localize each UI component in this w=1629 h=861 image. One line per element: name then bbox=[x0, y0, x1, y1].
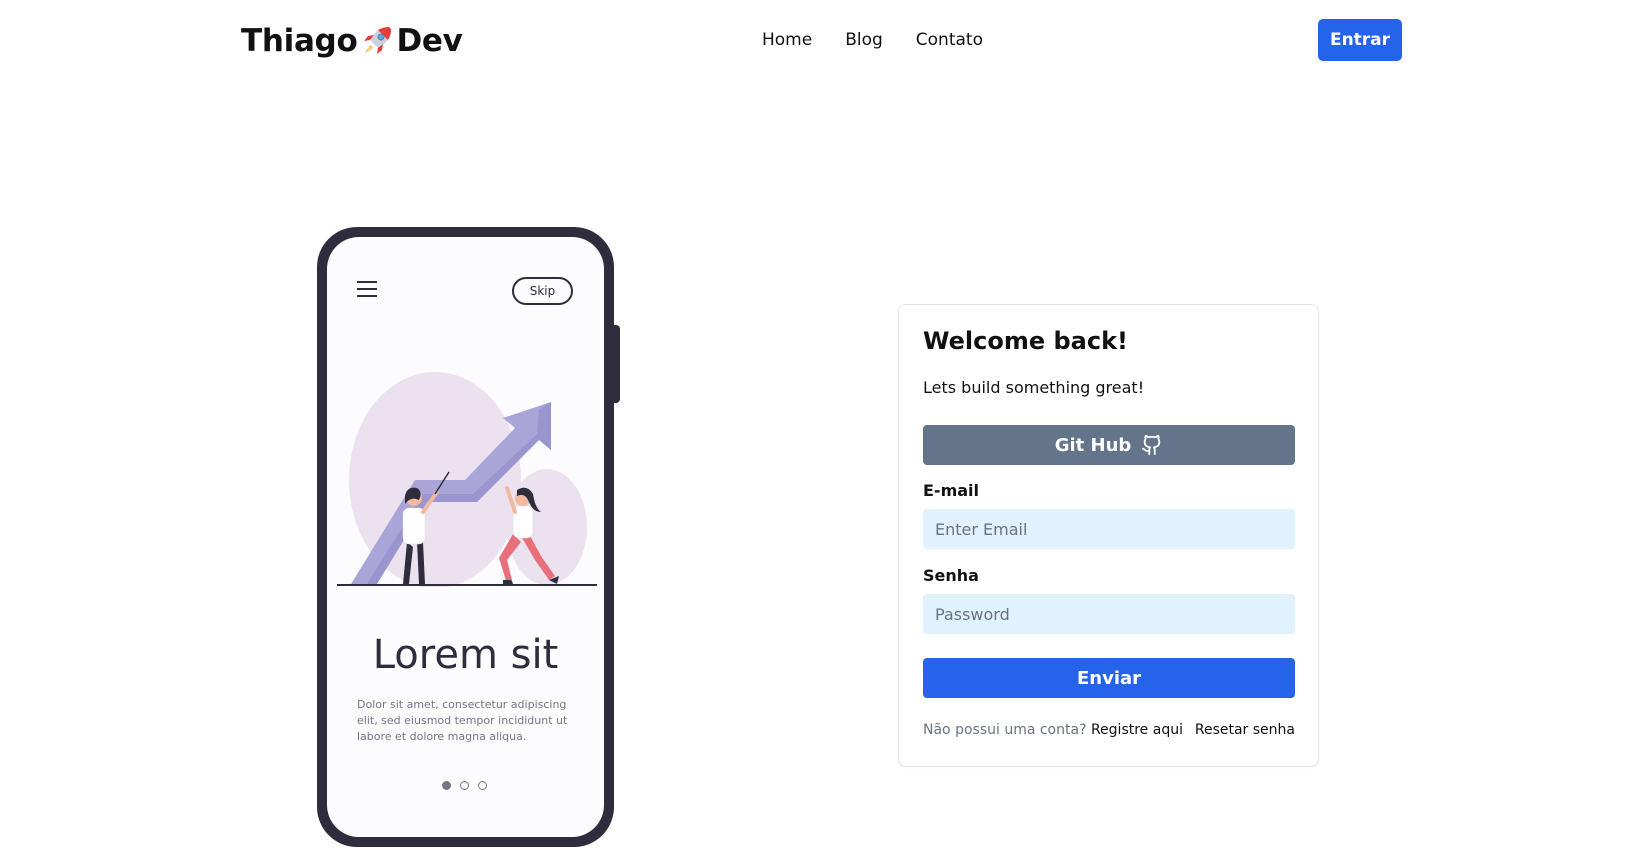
nav-home-link[interactable]: Home bbox=[762, 28, 812, 52]
register-prompt: Não possui uma conta? Registre aqui bbox=[923, 722, 1183, 738]
email-input[interactable] bbox=[923, 509, 1295, 549]
nav-contato-link[interactable]: Contato bbox=[916, 28, 983, 52]
nav-blog-link[interactable]: Blog bbox=[845, 28, 883, 52]
login-card: Welcome back! Lets build something great… bbox=[898, 304, 1319, 767]
pagination-dots bbox=[442, 781, 487, 790]
phone-heading: Lorem sit bbox=[372, 632, 559, 678]
main-nav: Home Blog Contato bbox=[762, 28, 983, 52]
no-account-text: Não possui uma conta? bbox=[923, 722, 1087, 738]
entrar-button[interactable]: Entrar bbox=[1318, 19, 1402, 61]
top-navbar: Thiago Dev Home Blog Contato Entrar bbox=[0, 0, 1629, 82]
github-icon bbox=[1142, 434, 1161, 456]
login-subtitle: Lets build something great! bbox=[923, 378, 1145, 397]
password-input[interactable] bbox=[923, 594, 1295, 634]
phone-mockup: Skip Lorem sit Dolor sit amet, consectet… bbox=[317, 227, 614, 847]
github-login-button[interactable]: Git Hub bbox=[923, 425, 1295, 465]
email-label: E-mail bbox=[923, 481, 980, 500]
skip-button: Skip bbox=[512, 277, 573, 305]
login-title: Welcome back! bbox=[923, 327, 1128, 355]
submit-button[interactable]: Enviar bbox=[923, 658, 1295, 698]
growth-arrow-illustration bbox=[337, 372, 597, 587]
password-label: Senha bbox=[923, 566, 979, 585]
logo[interactable]: Thiago Dev bbox=[241, 19, 463, 63]
login-footer: Não possui uma conta? Registre aqui Rese… bbox=[923, 722, 1295, 738]
register-link[interactable]: Registre aqui bbox=[1091, 722, 1183, 738]
github-button-label: Git Hub bbox=[1054, 434, 1132, 456]
logo-text-right: Dev bbox=[396, 23, 463, 59]
pagination-dot bbox=[478, 781, 487, 790]
rocket-icon bbox=[364, 27, 392, 54]
logo-text-left: Thiago bbox=[241, 23, 358, 59]
reset-password-link[interactable]: Resetar senha bbox=[1195, 722, 1295, 738]
phone-screen: Skip Lorem sit Dolor sit amet, consectet… bbox=[327, 237, 604, 837]
hamburger-menu-icon bbox=[357, 281, 377, 297]
pagination-dot bbox=[460, 781, 469, 790]
pagination-dot-active bbox=[442, 781, 451, 790]
phone-body-text: Dolor sit amet, consectetur adipiscing e… bbox=[357, 698, 568, 743]
